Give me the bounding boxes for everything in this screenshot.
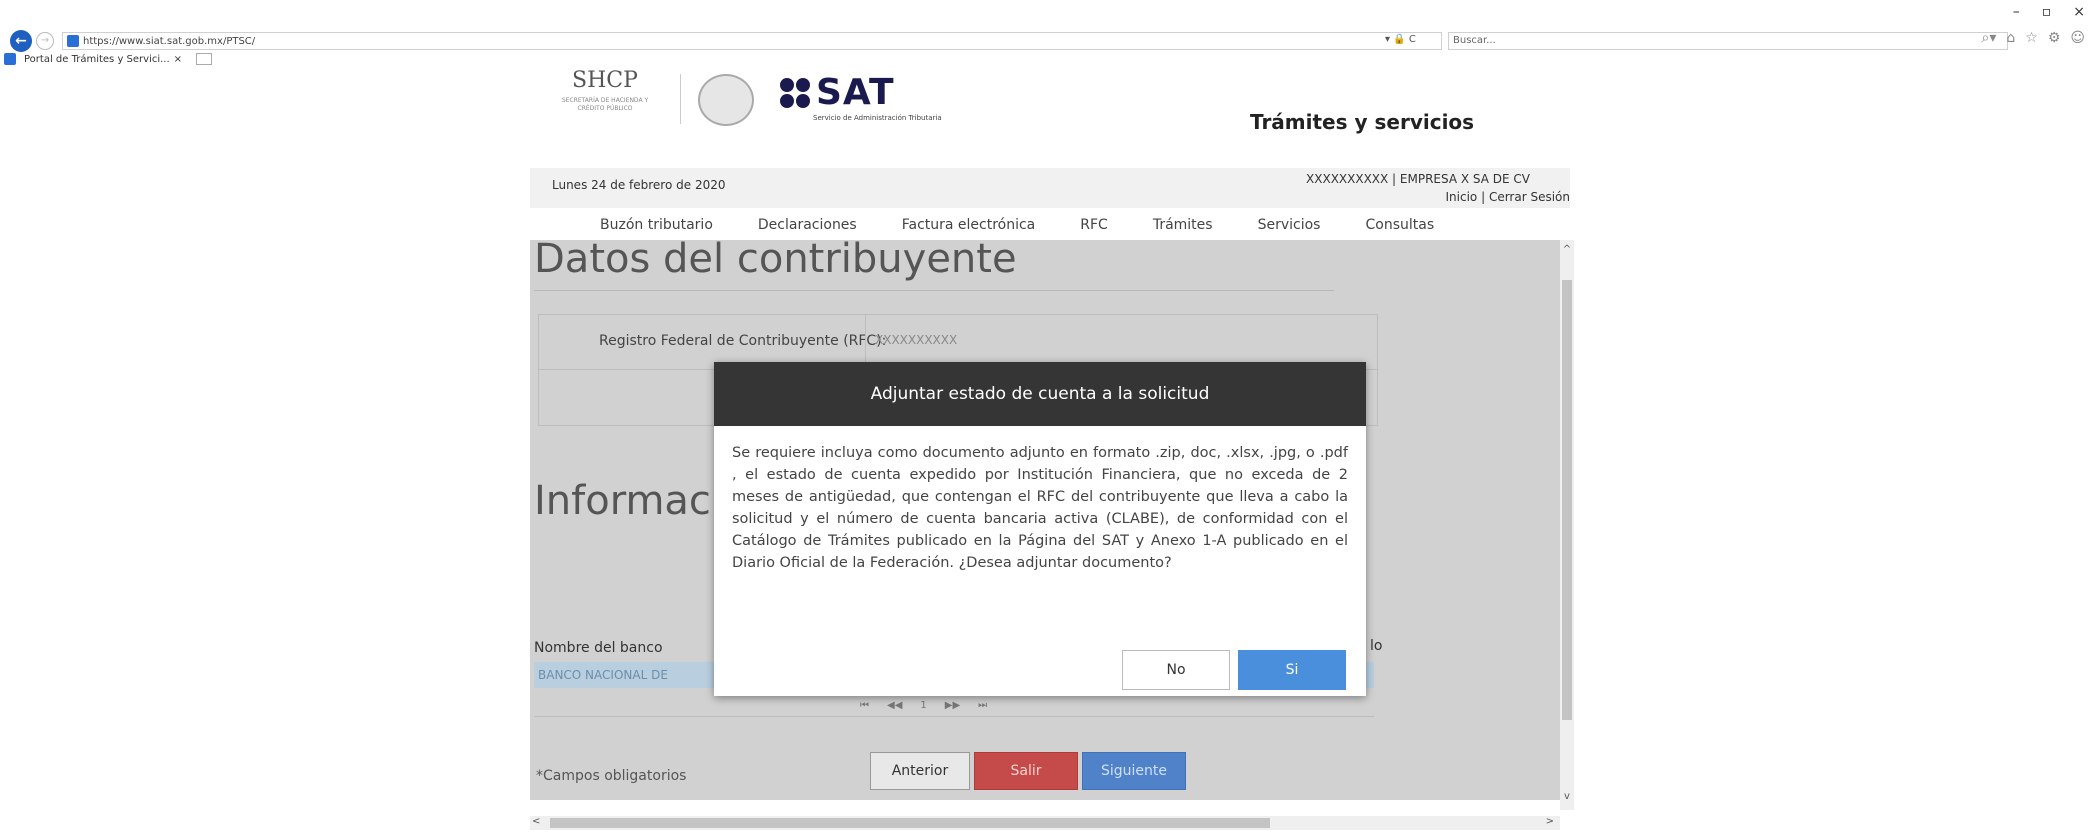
bank-column-header: Nombre del banco: [534, 640, 663, 656]
dialog-title: Adjuntar estado de cuenta a la solicitud: [714, 362, 1366, 426]
site-header: SHCP SECRETARÍA DE HACIENDA Y CRÉDITO PÚ…: [530, 68, 1570, 166]
maximize-icon[interactable]: ▫: [2042, 4, 2052, 20]
address-tools[interactable]: ▾ 🔒 C: [1385, 34, 1416, 45]
page-number[interactable]: 1: [920, 700, 926, 711]
tab-title: Portal de Trámites y Servici...: [24, 53, 170, 65]
vertical-scrollbar[interactable]: ^ v: [1560, 240, 1574, 810]
nav-item-tramites[interactable]: Trámites: [1153, 217, 1213, 233]
sat-logo: SAT Servicio de Administración Tributari…: [780, 72, 942, 122]
exit-button[interactable]: Salir: [974, 752, 1078, 790]
nav-item-buzon[interactable]: Buzón tributario: [600, 217, 713, 233]
title-divider: [534, 290, 1334, 291]
search-input[interactable]: Buscar...: [1448, 32, 2008, 50]
bank-column-header-2: lo: [1370, 638, 1383, 654]
new-tab-button[interactable]: [196, 53, 213, 65]
browser-tab[interactable]: Portal de Trámites y Servici... ×: [4, 52, 213, 66]
shcp-logo: SHCP SECRETARÍA DE HACIENDA Y CRÉDITO PÚ…: [550, 68, 660, 128]
tab-close-icon[interactable]: ×: [174, 54, 182, 65]
yes-button[interactable]: Si: [1238, 650, 1346, 690]
h-scrollbar-thumb[interactable]: [550, 818, 1270, 828]
pagination: ⏮ ◀◀ 1 ▶▶ ⏭: [860, 700, 987, 711]
dialog-message: Se requiere incluya como documento adjun…: [732, 445, 1348, 571]
page-title: Datos del contribuyente: [534, 240, 1017, 282]
url-text: https://www.siat.sat.gob.mx/PTSC/: [83, 35, 256, 47]
national-seal-icon: [698, 74, 754, 126]
section-heading: Informac: [534, 478, 711, 524]
shcp-title: SHCP: [572, 68, 638, 93]
scroll-right-icon[interactable]: >: [1546, 816, 1554, 827]
next-button[interactable]: Siguiente: [1082, 752, 1186, 790]
attach-dialog: Adjuntar estado de cuenta a la solicitud…: [714, 362, 1366, 696]
shcp-subtitle: SECRETARÍA DE HACIENDA Y CRÉDITO PÚBLICO: [561, 97, 649, 112]
back-arrow-icon[interactable]: ←: [10, 30, 32, 52]
table-border: [534, 716, 1374, 717]
home-icon[interactable]: ⌂: [2006, 30, 2015, 46]
gear-icon[interactable]: ⚙: [2048, 30, 2061, 46]
info-bar: Lunes 24 de febrero de 2020 XXXXXXXXXX |…: [530, 168, 1570, 208]
next-page-button[interactable]: ▶▶: [945, 700, 960, 711]
main-nav: Buzón tributario Declaraciones Factura e…: [530, 210, 1570, 240]
session-links[interactable]: Inicio | Cerrar Sesión: [1446, 190, 1570, 204]
minimize-icon[interactable]: –: [2013, 4, 2020, 20]
no-button[interactable]: No: [1122, 650, 1230, 690]
tab-favicon-icon: [4, 53, 16, 65]
rfc-value: XXXXXXXXXX: [875, 333, 958, 347]
scroll-up-icon[interactable]: ^: [1560, 244, 1574, 255]
address-bar[interactable]: https://www.siat.sat.gob.mx/PTSC/: [62, 32, 1442, 50]
prev-page-button[interactable]: ◀◀: [887, 700, 902, 711]
nav-item-servicios[interactable]: Servicios: [1258, 217, 1321, 233]
sat-dots-icon: [780, 77, 810, 108]
forward-arrow-icon[interactable]: →: [36, 32, 54, 50]
dialog-footer: No Si: [714, 640, 1366, 696]
nav-item-declaraciones[interactable]: Declaraciones: [758, 217, 857, 233]
window-controls: – ▫ ×: [2013, 4, 2085, 20]
rfc-label: Registro Federal de Contribuyente (RFC):: [599, 333, 887, 349]
nav-item-consultas[interactable]: Consultas: [1365, 217, 1434, 233]
first-page-button[interactable]: ⏮: [860, 700, 869, 711]
close-icon[interactable]: ×: [2073, 4, 2085, 20]
last-page-button[interactable]: ⏭: [978, 700, 987, 711]
browser-icons: ⌕▾ ⌂ ☆ ⚙ ☺: [1982, 30, 2086, 46]
star-icon[interactable]: ☆: [2025, 30, 2038, 46]
current-date: Lunes 24 de febrero de 2020: [552, 178, 726, 192]
scroll-down-icon[interactable]: v: [1560, 791, 1574, 802]
nav-item-factura[interactable]: Factura electrónica: [902, 217, 1036, 233]
previous-button[interactable]: Anterior: [870, 752, 970, 790]
scroll-left-icon[interactable]: <: [532, 816, 540, 827]
user-info: XXXXXXXXXX | EMPRESA X SA DE CV: [1306, 172, 1530, 186]
section-title: Trámites y servicios: [1250, 110, 1475, 134]
sat-wordmark: SAT: [816, 72, 895, 113]
smiley-icon[interactable]: ☺: [2070, 30, 2085, 46]
horizontal-scrollbar[interactable]: < >: [530, 816, 1560, 830]
logo-divider: [680, 74, 681, 124]
site-favicon-icon: [67, 35, 79, 47]
required-note: *Campos obligatorios: [536, 768, 687, 784]
nav-item-rfc[interactable]: RFC: [1080, 217, 1108, 233]
search-icon[interactable]: ⌕▾: [1982, 30, 1997, 46]
scrollbar-thumb[interactable]: [1562, 280, 1572, 720]
sat-subtitle: Servicio de Administración Tributaria: [813, 114, 942, 122]
browser-toolbar: ← → https://www.siat.sat.gob.mx/PTSC/ ▾ …: [0, 0, 2095, 65]
